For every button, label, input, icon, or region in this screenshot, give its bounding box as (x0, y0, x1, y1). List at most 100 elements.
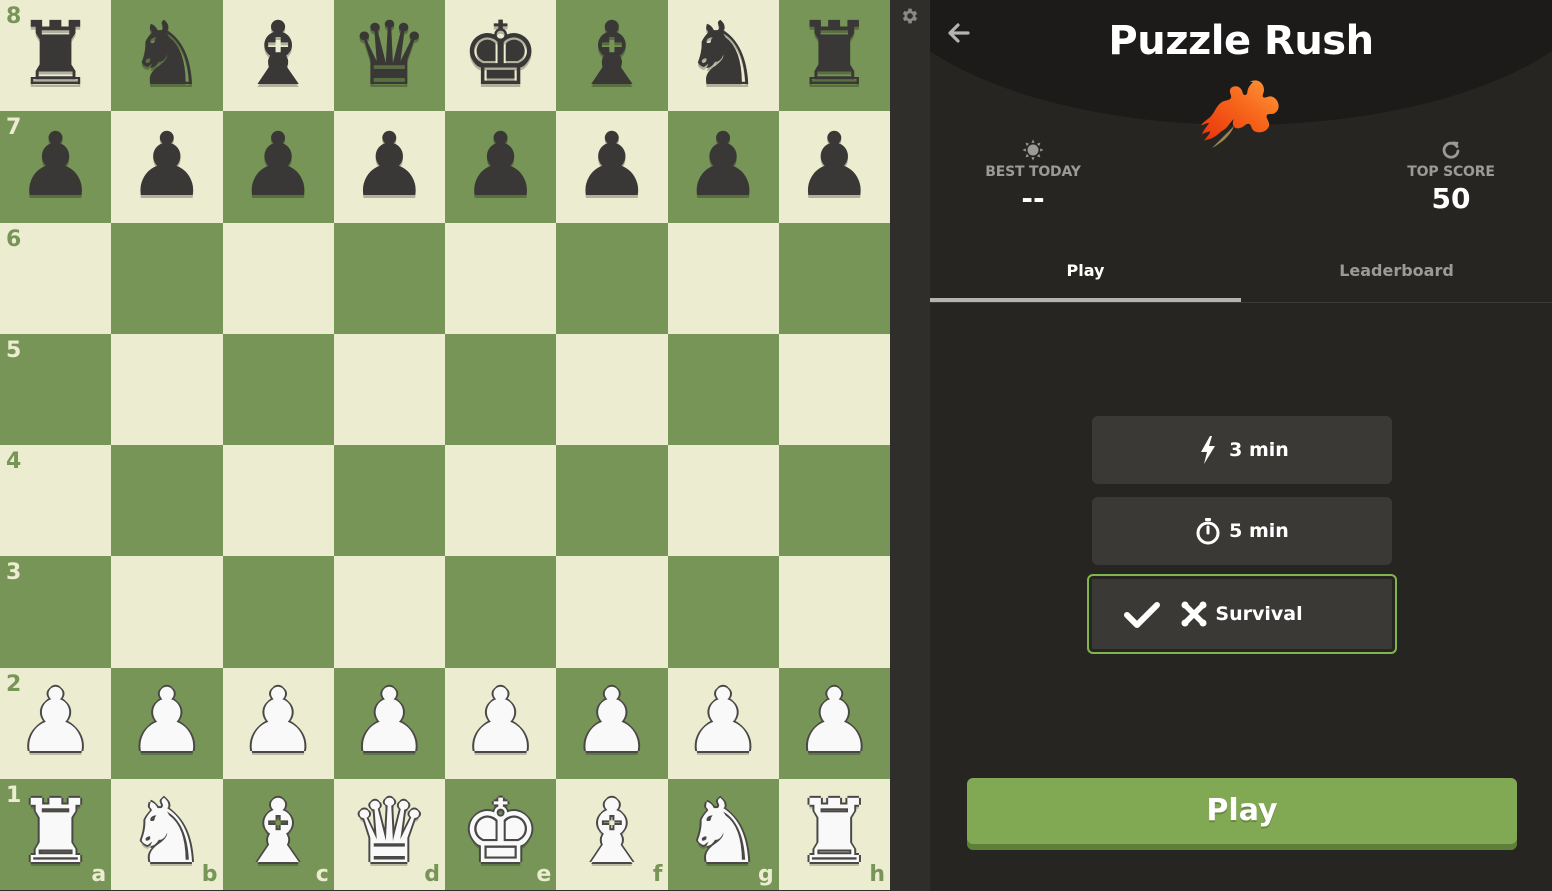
square-c6[interactable] (222, 222, 334, 334)
square-b7[interactable]: ♟ (111, 111, 223, 223)
square-c3[interactable] (222, 556, 334, 668)
white-piece[interactable]: ♟ (350, 677, 429, 765)
tab-leaderboard[interactable]: Leaderboard (1241, 248, 1552, 300)
square-d6[interactable] (333, 222, 445, 334)
square-b8[interactable]: ♞ (111, 0, 223, 112)
square-f5[interactable] (556, 333, 668, 445)
square-e5[interactable] (445, 333, 557, 445)
white-piece[interactable]: ♟ (16, 677, 95, 765)
square-g7[interactable]: ♟ (667, 111, 779, 223)
square-a2[interactable]: 2 ♟ (0, 667, 112, 779)
square-g5[interactable] (667, 333, 779, 445)
square-h8[interactable]: ♜ (778, 0, 890, 112)
square-f8[interactable]: ♝ (556, 0, 668, 112)
square-h3[interactable] (778, 556, 890, 668)
square-g6[interactable] (667, 222, 779, 334)
square-e2[interactable]: ♟ (445, 667, 557, 779)
white-piece[interactable]: ♟ (795, 677, 874, 765)
white-piece[interactable]: ♝ (572, 788, 651, 876)
white-piece[interactable]: ♜ (795, 788, 874, 876)
mode-5-min-button[interactable]: 5 min (1092, 497, 1392, 565)
square-c4[interactable] (222, 445, 334, 557)
square-d7[interactable]: ♟ (333, 111, 445, 223)
square-a1[interactable]: 1 a ♜ (0, 778, 112, 890)
square-c7[interactable]: ♟ (222, 111, 334, 223)
black-piece[interactable]: ♟ (795, 120, 874, 209)
black-piece[interactable]: ♜ (16, 9, 95, 98)
square-e6[interactable] (445, 222, 557, 334)
mode-3-min-button[interactable]: 3 min (1092, 416, 1392, 484)
square-c2[interactable]: ♟ (222, 667, 334, 779)
square-e3[interactable] (445, 556, 557, 668)
square-d8[interactable]: ♛ (333, 0, 445, 112)
play-button[interactable]: Play (967, 778, 1517, 844)
square-a6[interactable]: 6 (0, 222, 112, 334)
square-f4[interactable] (556, 445, 668, 557)
square-g1[interactable]: g ♞ (667, 778, 779, 890)
square-b5[interactable] (111, 333, 223, 445)
black-piece[interactable]: ♜ (795, 9, 874, 98)
white-piece[interactable]: ♟ (572, 677, 651, 765)
black-piece[interactable]: ♟ (16, 120, 95, 209)
square-f2[interactable]: ♟ (556, 667, 668, 779)
square-c8[interactable]: ♝ (222, 0, 334, 112)
black-piece[interactable]: ♛ (350, 9, 429, 98)
square-a8[interactable]: 8 ♜ (0, 0, 112, 112)
black-piece[interactable]: ♟ (350, 120, 429, 209)
black-piece[interactable]: ♝ (239, 9, 318, 98)
black-piece[interactable]: ♚ (461, 9, 540, 98)
white-piece[interactable]: ♟ (239, 677, 318, 765)
square-b4[interactable] (111, 445, 223, 557)
square-a7[interactable]: 7 ♟ (0, 111, 112, 223)
black-piece[interactable]: ♟ (127, 120, 206, 209)
square-b3[interactable] (111, 556, 223, 668)
square-f1[interactable]: f ♝ (556, 778, 668, 890)
square-a5[interactable]: 5 (0, 333, 112, 445)
white-piece[interactable]: ♟ (684, 677, 763, 765)
square-e7[interactable]: ♟ (445, 111, 557, 223)
square-h6[interactable] (778, 222, 890, 334)
square-d4[interactable] (333, 445, 445, 557)
square-h1[interactable]: h ♜ (778, 778, 890, 890)
square-c1[interactable]: c ♝ (222, 778, 334, 890)
square-h2[interactable]: ♟ (778, 667, 890, 779)
chess-board[interactable]: 8 ♜ ♞ ♝ ♛ ♚ ♝ ♞ ♜ 7 ♟ ♟ ♟ ♟ ♟ ♟ ♟ ♟ 6 5 4 3 2 ♟ ♟ ♟ ♟ ♟ ♟ ♟ ♟ 1 a ♜ b ♞ c ♝ d ♛… (0, 0, 890, 890)
square-h5[interactable] (778, 333, 890, 445)
square-d1[interactable]: d ♛ (333, 778, 445, 890)
black-piece[interactable]: ♞ (127, 9, 206, 98)
white-piece[interactable]: ♟ (461, 677, 540, 765)
black-piece[interactable]: ♟ (239, 120, 318, 209)
square-e8[interactable]: ♚ (445, 0, 557, 112)
white-piece[interactable]: ♞ (127, 788, 206, 876)
square-h7[interactable]: ♟ (778, 111, 890, 223)
square-g2[interactable]: ♟ (667, 667, 779, 779)
white-piece[interactable]: ♟ (127, 677, 206, 765)
white-piece[interactable]: ♚ (461, 788, 540, 876)
black-piece[interactable]: ♟ (572, 120, 651, 209)
square-d5[interactable] (333, 333, 445, 445)
square-e1[interactable]: e ♚ (445, 778, 557, 890)
square-g3[interactable] (667, 556, 779, 668)
square-g4[interactable] (667, 445, 779, 557)
square-a4[interactable]: 4 (0, 445, 112, 557)
square-b6[interactable] (111, 222, 223, 334)
black-piece[interactable]: ♟ (684, 120, 763, 209)
black-piece[interactable]: ♝ (572, 9, 651, 98)
square-e4[interactable] (445, 445, 557, 557)
mode-survival-button[interactable]: Survival (1087, 574, 1397, 654)
square-h4[interactable] (778, 445, 890, 557)
white-piece[interactable]: ♝ (239, 788, 318, 876)
square-f6[interactable] (556, 222, 668, 334)
square-b1[interactable]: b ♞ (111, 778, 223, 890)
square-c5[interactable] (222, 333, 334, 445)
gear-icon[interactable] (900, 6, 920, 26)
black-piece[interactable]: ♟ (461, 120, 540, 209)
square-a3[interactable]: 3 (0, 556, 112, 668)
white-piece[interactable]: ♜ (16, 788, 95, 876)
tab-play[interactable]: Play (930, 248, 1241, 302)
square-f3[interactable] (556, 556, 668, 668)
square-b2[interactable]: ♟ (111, 667, 223, 779)
square-f7[interactable]: ♟ (556, 111, 668, 223)
white-piece[interactable]: ♛ (350, 788, 429, 876)
black-piece[interactable]: ♞ (684, 9, 763, 98)
